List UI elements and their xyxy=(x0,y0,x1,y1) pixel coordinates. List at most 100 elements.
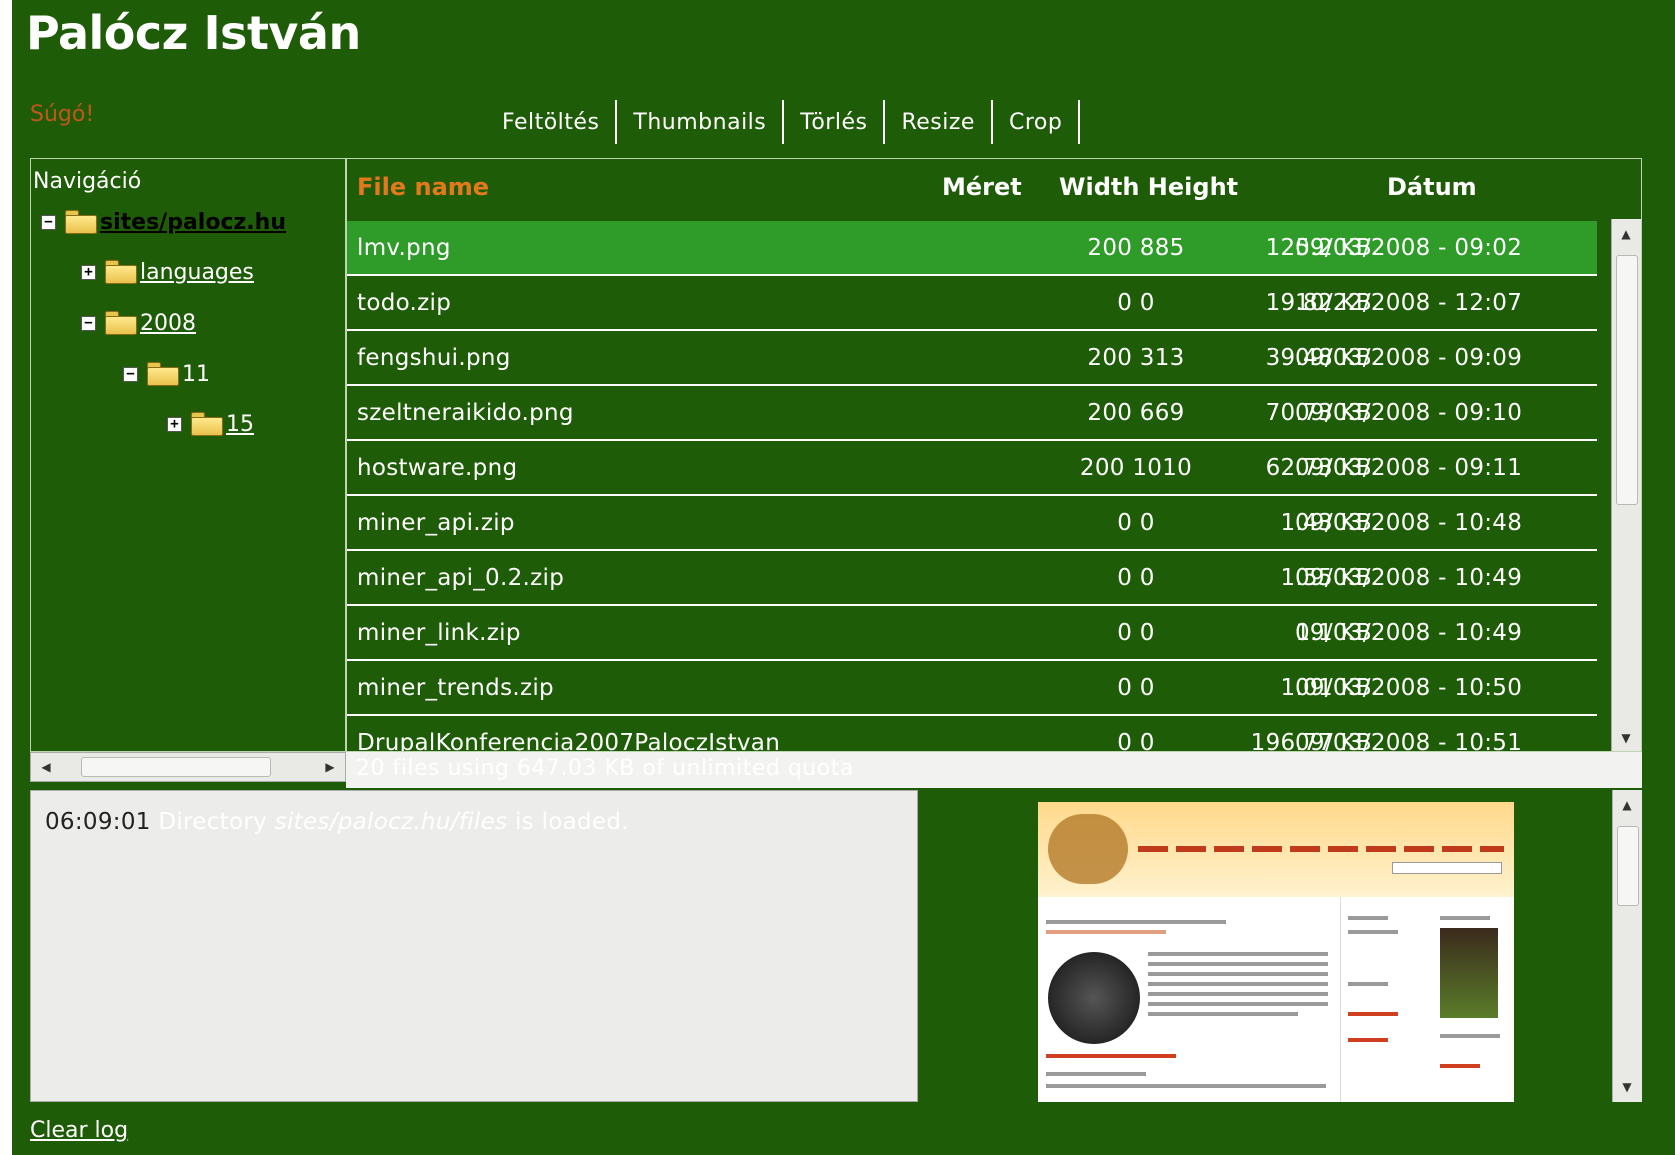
file-row[interactable]: miner_trends.zip 1.01 KB 0 0 09/03/2008 … xyxy=(347,661,1597,716)
file-dimensions: 200 669 xyxy=(1087,400,1185,426)
file-name: lmv.png xyxy=(357,235,451,261)
file-name: hostware.png xyxy=(357,455,518,481)
file-name: DrupalKonferencia2007PaloczIstvan xyxy=(357,730,781,752)
tree-label-root[interactable]: sites/palocz.hu xyxy=(100,210,286,235)
file-row[interactable]: DrupalKonferencia2007PaloczIstvan 196.77… xyxy=(347,716,1597,752)
tree-node-2008: − 2008 xyxy=(81,310,196,336)
navigation-pane: Navigáció − sites/palocz.hu + languages … xyxy=(30,158,346,752)
delete-button[interactable]: Törlés xyxy=(784,100,886,144)
file-row[interactable]: miner_api_0.2.zip 1.55 KB 0 0 09/03/2008… xyxy=(347,551,1597,606)
file-dimensions: 200 313 xyxy=(1087,345,1185,371)
expand-icon[interactable]: + xyxy=(167,416,182,432)
file-row[interactable]: miner_link.zip 1.1 KB 0 0 09/03/2008 - 1… xyxy=(347,606,1597,661)
operations-toolbar: Feltöltés Thumbnails Törlés Resize Crop xyxy=(486,100,1081,144)
file-dimensions: 0 0 xyxy=(1117,290,1155,316)
file-list-vertical-scrollbar[interactable]: ▲ ▼ xyxy=(1611,219,1641,751)
site-title: Palócz István xyxy=(26,6,361,60)
scroll-down-icon[interactable]: ▼ xyxy=(1616,1076,1638,1098)
file-date: 09/03/2008 - 10:49 xyxy=(1295,565,1523,591)
file-rows: lmv.png 125.2 KB 200 885 09/03/2008 - 09… xyxy=(347,221,1597,752)
log-timestamp: 06:09:01 xyxy=(45,809,151,835)
file-row[interactable]: todo.zip 19.82 KB 0 0 10/22/2008 - 12:07 xyxy=(347,276,1597,331)
column-header-date[interactable]: Dátum xyxy=(1387,173,1477,201)
preview-thumbnail-image xyxy=(1038,802,1514,1102)
tree-node-root: − sites/palocz.hu xyxy=(41,209,286,235)
file-date: 09/03/2008 - 10:51 xyxy=(1295,730,1523,752)
tree-node-languages: + languages xyxy=(81,259,254,285)
collapse-icon[interactable]: − xyxy=(123,366,138,382)
file-name: fengshui.png xyxy=(357,345,511,371)
file-name: miner_trends.zip xyxy=(357,675,554,701)
file-dimensions: 0 0 xyxy=(1117,730,1155,752)
left-edge-strip xyxy=(0,0,12,1155)
preview-pane: ▲ ▼ xyxy=(918,790,1642,1102)
file-row[interactable]: lmv.png 125.2 KB 200 885 09/03/2008 - 09… xyxy=(347,221,1597,276)
column-header-size[interactable]: Méret xyxy=(942,173,1022,201)
log-directory-path: sites/palocz.hu/files xyxy=(274,809,508,835)
scroll-up-icon[interactable]: ▲ xyxy=(1616,794,1638,816)
file-date: 09/03/2008 - 10:48 xyxy=(1295,510,1523,536)
file-name: szeltneraikido.png xyxy=(357,400,574,426)
file-date: 09/03/2008 - 09:09 xyxy=(1295,345,1523,371)
folder-icon xyxy=(104,310,138,336)
file-list-header: File name Méret Width Height Dátum xyxy=(347,173,1597,213)
file-dimensions: 0 0 xyxy=(1117,620,1155,646)
file-row[interactable]: szeltneraikido.png 70.73 KB 200 669 09/0… xyxy=(347,386,1597,441)
scroll-down-icon[interactable]: ▼ xyxy=(1615,727,1637,749)
file-dimensions: 0 0 xyxy=(1117,675,1155,701)
file-row[interactable]: hostware.png 62.73 KB 200 1010 09/03/200… xyxy=(347,441,1597,496)
column-header-dimensions[interactable]: Width Height xyxy=(1059,173,1238,201)
crop-button[interactable]: Crop xyxy=(993,100,1081,144)
file-name: todo.zip xyxy=(357,290,452,316)
folder-icon xyxy=(64,209,98,235)
scrollbar-thumb[interactable] xyxy=(1616,255,1638,505)
clear-log-link[interactable]: Clear log xyxy=(30,1118,128,1143)
scrollbar-thumb[interactable] xyxy=(81,757,271,777)
quota-status-bar: 20 files using 647.03 KB of unlimited qu… xyxy=(346,752,1642,788)
navigation-title: Navigáció xyxy=(33,169,142,194)
log-entry: 06:09:01 Directory sites/palocz.hu/files… xyxy=(45,809,629,835)
file-list-pane: File name Méret Width Height Dátum lmv.p… xyxy=(346,158,1642,752)
folder-icon xyxy=(190,411,224,437)
preview-vertical-scrollbar[interactable]: ▲ ▼ xyxy=(1612,790,1642,1102)
scroll-right-icon[interactable]: ▶ xyxy=(321,758,339,776)
expand-icon[interactable]: + xyxy=(81,264,96,280)
scroll-up-icon[interactable]: ▲ xyxy=(1615,223,1637,245)
thumbnails-button[interactable]: Thumbnails xyxy=(617,100,785,144)
folder-icon xyxy=(104,259,138,285)
file-dimensions: 200 1010 xyxy=(1079,455,1193,481)
file-row[interactable]: miner_api.zip 1.43 KB 0 0 09/03/2008 - 1… xyxy=(347,496,1597,551)
file-dimensions: 0 0 xyxy=(1117,565,1155,591)
file-date: 09/03/2008 - 09:02 xyxy=(1295,235,1523,261)
tree-label-15[interactable]: 15 xyxy=(226,412,254,437)
file-name: miner_api_0.2.zip xyxy=(357,565,565,591)
file-dimensions: 200 885 xyxy=(1087,235,1185,261)
log-message-suffix: is loaded. xyxy=(514,809,629,835)
file-date: 09/03/2008 - 10:50 xyxy=(1295,675,1523,701)
tree-label-2008[interactable]: 2008 xyxy=(140,311,196,336)
collapse-icon[interactable]: − xyxy=(41,214,56,230)
file-dimensions: 0 0 xyxy=(1117,510,1155,536)
scrollbar-thumb[interactable] xyxy=(1617,826,1639,906)
resize-button[interactable]: Resize xyxy=(885,100,993,144)
file-date: 09/03/2008 - 09:10 xyxy=(1295,400,1523,426)
folder-icon xyxy=(146,361,180,387)
tree-node-11: − 11 xyxy=(123,361,210,387)
file-date: 10/22/2008 - 12:07 xyxy=(1295,290,1523,316)
tree-label-11[interactable]: 11 xyxy=(182,362,210,387)
file-name: miner_api.zip xyxy=(357,510,515,536)
tree-node-15: + 15 xyxy=(167,411,254,437)
tree-label-languages[interactable]: languages xyxy=(140,260,254,285)
file-row[interactable]: fengshui.png 39.48 KB 200 313 09/03/2008… xyxy=(347,331,1597,386)
upload-button[interactable]: Feltöltés xyxy=(486,100,618,144)
collapse-icon[interactable]: − xyxy=(81,315,96,331)
file-date: 09/03/2008 - 10:49 xyxy=(1295,620,1523,646)
navigation-horizontal-scrollbar[interactable]: ◀ ▶ xyxy=(30,752,346,782)
file-name: miner_link.zip xyxy=(357,620,521,646)
help-link[interactable]: Súgó! xyxy=(30,102,94,127)
quota-status-text: 20 files using 647.03 KB of unlimited qu… xyxy=(356,756,854,781)
scroll-left-icon[interactable]: ◀ xyxy=(37,758,55,776)
file-date: 09/03/2008 - 09:11 xyxy=(1295,455,1523,481)
log-pane: 06:09:01 Directory sites/palocz.hu/files… xyxy=(30,790,918,1102)
column-header-name[interactable]: File name xyxy=(357,173,489,201)
